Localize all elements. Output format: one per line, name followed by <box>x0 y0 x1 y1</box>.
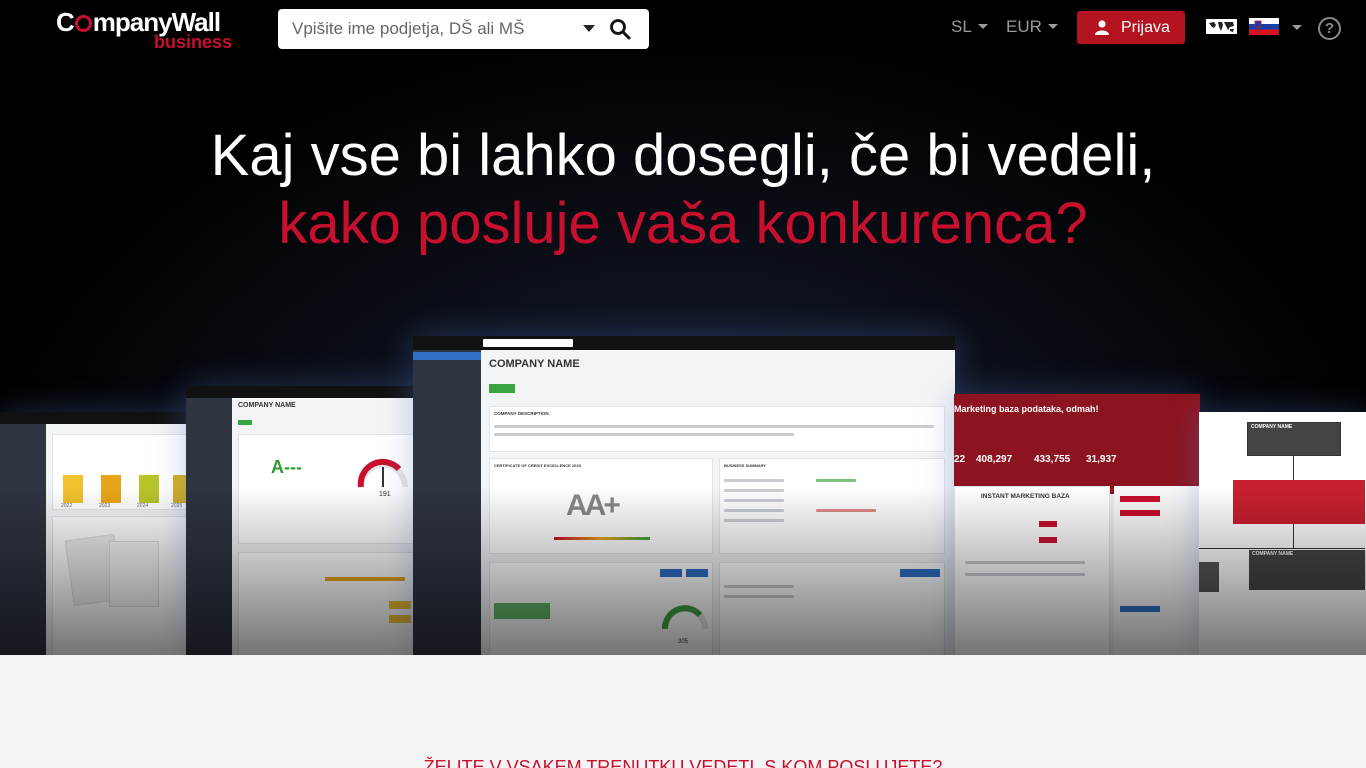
companywall-logo[interactable]: CmpanyWall business <box>56 7 232 52</box>
currency-label: EUR <box>1006 17 1042 36</box>
section-title: BUSINESS SUMMARY <box>724 463 767 468</box>
user-icon <box>1095 20 1109 35</box>
section-title: INSTANT MARKETING BAZA <box>981 493 1070 500</box>
screen-company-name: COMPANY NAME <box>489 358 580 370</box>
screenshot-marketing-database: Marketing baza podataka, odmah! 22 408,2… <box>954 394 1200 655</box>
logo-subtitle: business <box>154 32 233 52</box>
login-label: Prijava <box>1121 19 1170 36</box>
top-navbar: CmpanyWall business SL EUR Prijava ? <box>0 0 1366 56</box>
stat-value: 408,297 <box>976 454 1013 465</box>
stat-value: 22 <box>954 454 966 465</box>
hero-headline-highlight: kako posluje vaša konkurenca? <box>278 191 1088 256</box>
logo-letter: C <box>56 7 75 37</box>
language-dropdown[interactable]: SL <box>951 17 988 37</box>
section-title: CERTIFICATE OF CREDIT EXCELLENCE 2025 <box>494 463 581 468</box>
year-label: 2024 <box>137 503 149 509</box>
hero-headline: Kaj vse bi lahko dosegli, če bi vedeli, <box>210 123 1156 188</box>
logo-o-ring <box>74 15 92 32</box>
chevron-down-icon <box>1047 24 1058 29</box>
section-title: COMPANY DESCRIPTION <box>494 411 549 416</box>
year-label: 2025 <box>171 503 183 509</box>
screenshot-company-summary: COMPANY NAME COMPANY DESCRIPTION CERTIFI… <box>413 336 955 655</box>
stat-value: 433,755 <box>1034 454 1071 465</box>
tree-node-title: COMPANY NAME <box>1251 424 1293 430</box>
search-box <box>278 9 649 49</box>
gauge-value: 305 <box>678 639 689 645</box>
search-input[interactable] <box>278 9 568 49</box>
language-label: SL <box>951 17 972 36</box>
slovenia-flag-icon[interactable] <box>1249 18 1279 35</box>
section-heading: ŽELITE V VSAKEM TRENUTKU VEDETI, S KOM P… <box>423 757 943 768</box>
stat-value: 31,937 <box>1086 454 1117 465</box>
tree-node-title: COMPANY NAME <box>1252 551 1294 557</box>
chevron-down-icon[interactable] <box>1292 25 1302 30</box>
screenshot-rating-history: 2022 2023 2024 2025 <box>0 412 200 655</box>
screen-company-name: COMPANY NAME <box>238 402 296 409</box>
year-label: 2022 <box>61 503 73 509</box>
search-dropdown-caret-icon[interactable] <box>583 25 595 32</box>
gauge-value: 191 <box>379 491 391 498</box>
help-icon[interactable]: ? <box>1318 17 1341 40</box>
screenshot-ownership-tree: COMPANY NAME COMPANY NAME <box>1199 412 1366 655</box>
search-icon[interactable] <box>608 17 634 41</box>
year-label: 2023 <box>99 503 111 509</box>
hero-section: Kaj vse bi lahko dosegli, če bi vedeli, … <box>0 56 1366 655</box>
marketing-title: Marketing baza podataka, odmah! <box>954 404 1099 414</box>
rating-value: A--- <box>271 457 302 477</box>
currency-dropdown[interactable]: EUR <box>1006 17 1058 37</box>
world-map-icon[interactable] <box>1206 19 1237 34</box>
screenshot-company-rating: COMPANY NAME A--- 191 <box>186 386 422 655</box>
login-button[interactable]: Prijava <box>1077 11 1185 44</box>
rating-aa-plus: AA+ <box>566 489 621 522</box>
chevron-down-icon <box>977 24 988 29</box>
